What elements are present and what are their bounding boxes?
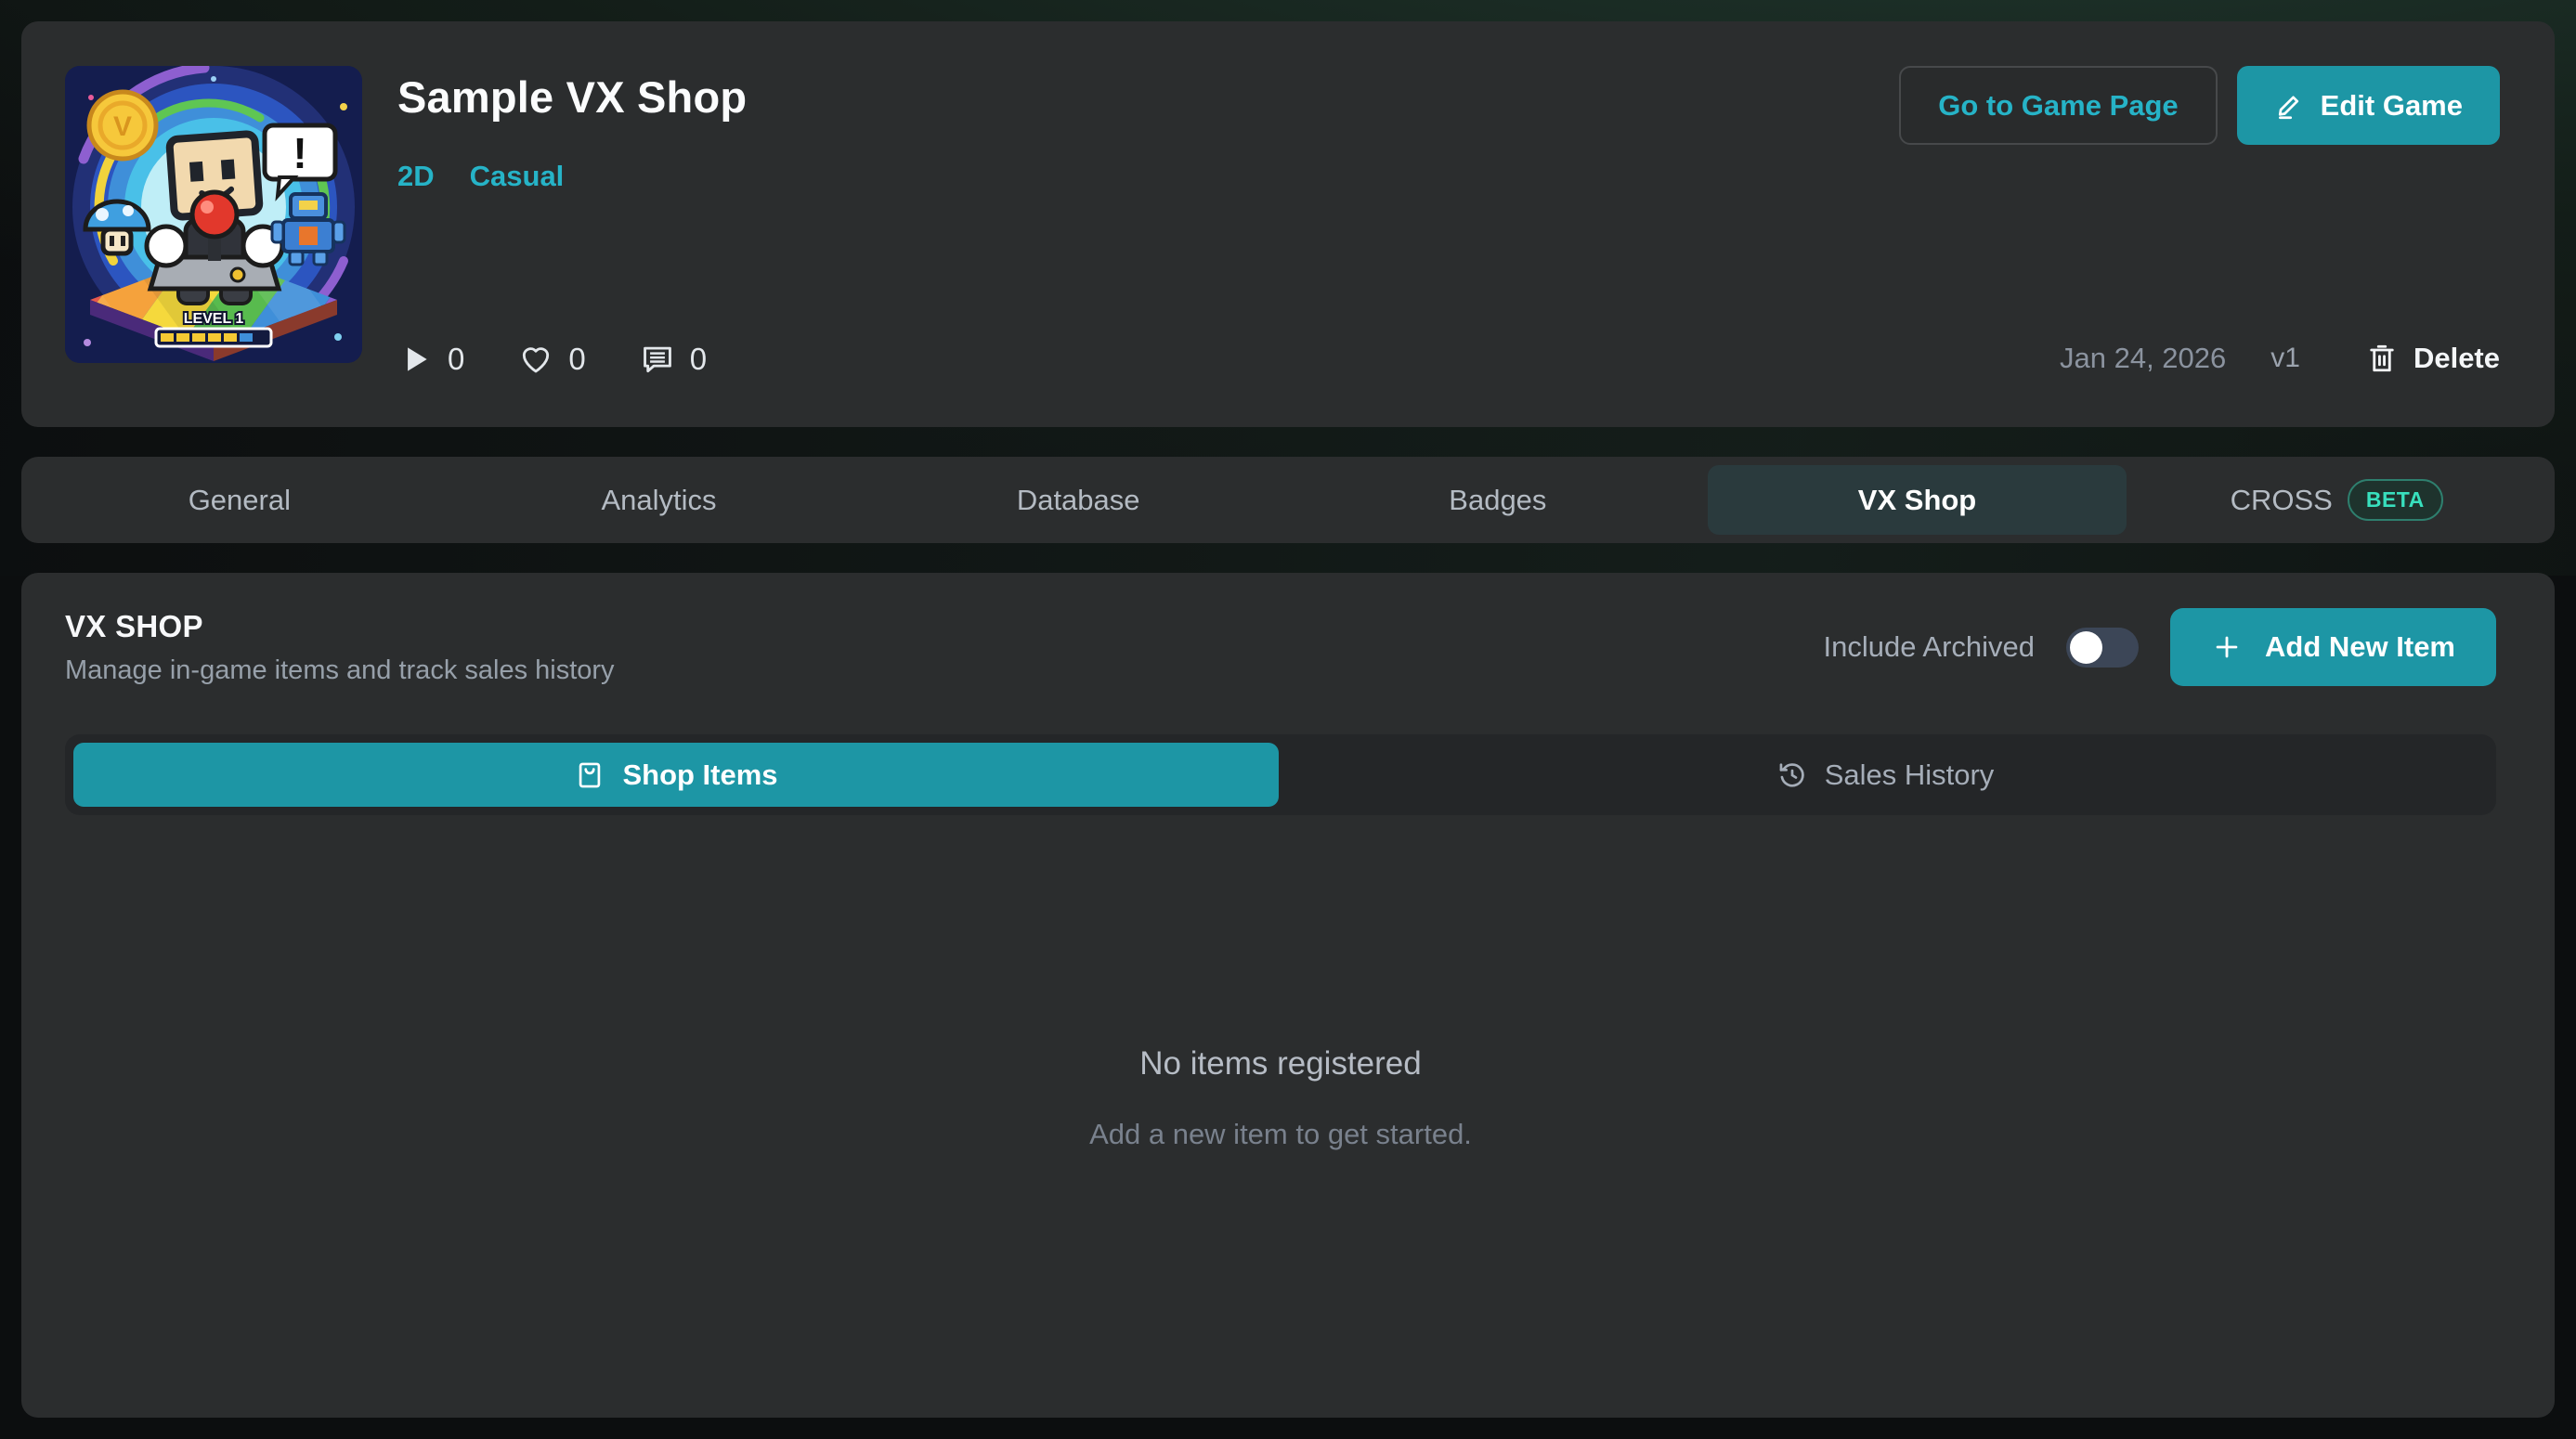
tab-general-label: General: [189, 484, 291, 517]
tab-general[interactable]: General: [30, 465, 449, 535]
include-archived-toggle[interactable]: [2066, 628, 2139, 668]
tab-database[interactable]: Database: [868, 465, 1288, 535]
vx-shop-panel: VX SHOP Manage in-game items and track s…: [21, 573, 2555, 1418]
header-button-row: Go to Game Page Edit Game: [1899, 66, 2500, 145]
shopping-bag-icon: [574, 759, 605, 791]
game-info: Sample VX Shop 2D Casual 0 0 0: [397, 66, 1864, 386]
game-thumbnail-art: V: [65, 66, 362, 363]
play-count: 0: [397, 342, 464, 377]
subtab-sales-history[interactable]: Sales History: [1282, 743, 2488, 807]
subtab-sales-history-label: Sales History: [1825, 758, 1995, 792]
main-tab-bar: General Analytics Database Badges VX Sho…: [21, 457, 2555, 543]
edit-game-label: Edit Game: [2321, 89, 2463, 123]
add-new-item-label: Add New Item: [2265, 630, 2455, 664]
svg-text:V: V: [113, 111, 132, 142]
add-new-item-button[interactable]: Add New Item: [2170, 608, 2496, 686]
history-icon: [1776, 759, 1808, 791]
tab-analytics-label: Analytics: [601, 484, 716, 517]
include-archived-label: Include Archived: [1824, 630, 2035, 664]
tab-cross[interactable]: CROSS BETA: [2127, 465, 2546, 535]
game-header-card: V: [21, 21, 2555, 427]
go-to-game-page-button[interactable]: Go to Game Page: [1899, 66, 2217, 145]
meta-row: Jan 24, 2026 v1 Delete: [2060, 342, 2500, 386]
empty-state-subtitle: Add a new item to get started.: [1089, 1118, 1472, 1151]
subtab-shop-items[interactable]: Shop Items: [73, 743, 1279, 807]
svg-text:!: !: [293, 129, 306, 177]
game-thumbnail: V: [65, 66, 362, 363]
tab-vx-shop[interactable]: VX Shop: [1708, 465, 2127, 535]
go-to-game-page-label: Go to Game Page: [1938, 89, 2178, 123]
tab-badges-label: Badges: [1449, 484, 1546, 517]
empty-state-title: No items registered: [1139, 1045, 1421, 1082]
play-icon: [397, 342, 433, 377]
tab-analytics[interactable]: Analytics: [449, 465, 869, 535]
edit-game-button[interactable]: Edit Game: [2237, 66, 2500, 145]
tab-cross-label: CROSS: [2231, 484, 2333, 517]
comment-count: 0: [640, 342, 707, 377]
comment-count-value: 0: [690, 342, 707, 377]
pencil-icon: [2274, 90, 2306, 122]
svg-text:LEVEL 1: LEVEL 1: [184, 311, 244, 327]
tab-database-label: Database: [1017, 484, 1140, 517]
tag-row: 2D Casual: [397, 160, 1864, 193]
page: V: [0, 0, 2576, 1439]
stats-row: 0 0 0: [397, 342, 1864, 386]
subtab-shop-items-label: Shop Items: [622, 758, 777, 792]
toggle-knob: [2070, 631, 2102, 664]
like-count: 0: [518, 342, 585, 377]
empty-state: No items registered Add a new item to ge…: [65, 815, 2496, 1381]
tab-badges[interactable]: Badges: [1288, 465, 1708, 535]
tag-casual: Casual: [470, 160, 565, 193]
created-date: Jan 24, 2026: [2060, 342, 2226, 375]
like-count-value: 0: [568, 342, 585, 377]
beta-badge: BETA: [2348, 479, 2443, 521]
delete-button[interactable]: Delete: [2365, 342, 2500, 375]
heart-icon: [518, 342, 553, 377]
panel-header: VX SHOP Manage in-game items and track s…: [65, 608, 2496, 686]
comment-icon: [640, 342, 675, 377]
shop-subtabs: Shop Items Sales History: [65, 734, 2496, 815]
panel-title-block: VX SHOP Manage in-game items and track s…: [65, 609, 615, 686]
plus-icon: [2211, 631, 2243, 663]
page-title: Sample VX Shop: [397, 71, 1864, 123]
version-label: v1: [2270, 343, 2300, 374]
panel-heading: VX SHOP: [65, 609, 615, 644]
panel-controls: Include Archived Add New Item: [1824, 608, 2496, 686]
play-count-value: 0: [448, 342, 464, 377]
panel-subtitle: Manage in-game items and track sales his…: [65, 655, 615, 686]
tag-2d: 2D: [397, 160, 435, 193]
delete-label: Delete: [2413, 342, 2500, 375]
tab-vx-shop-label: VX Shop: [1858, 484, 1976, 517]
trash-icon: [2365, 342, 2399, 375]
header-actions: Go to Game Page Edit Game Jan 24, 2026 v…: [1899, 66, 2500, 386]
coin-icon: V: [89, 92, 156, 159]
